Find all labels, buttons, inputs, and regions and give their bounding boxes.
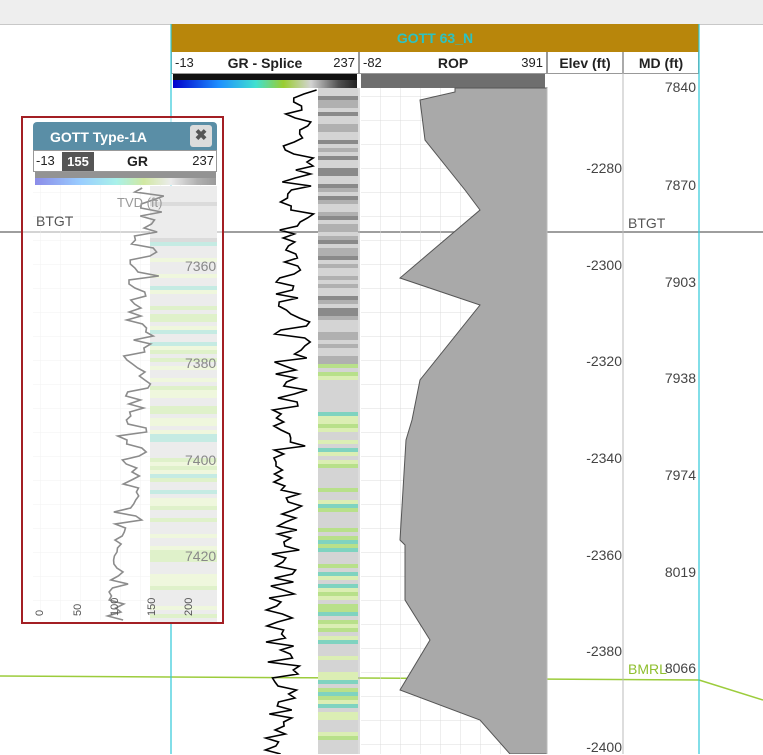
panel-tick: 50 — [72, 603, 84, 616]
gr-color-scale — [173, 80, 357, 88]
elev-label: -2360 — [586, 547, 622, 563]
tvd-label: 7400 — [185, 452, 217, 468]
bmrl-marker-label[interactable]: BMRL — [628, 661, 667, 677]
tvd-axis-label: TVD (ft) — [117, 195, 163, 210]
elev-label: -2280 — [586, 160, 622, 176]
type-panel-scale-header[interactable]: -13 GR 237 — [33, 150, 217, 172]
tvd-label: 7420 — [185, 548, 217, 564]
elev-label: -2320 — [586, 353, 622, 369]
cursor-value-badge: 155 — [62, 152, 94, 171]
type-panel-scale-max: 237 — [192, 153, 214, 168]
panel-tick: 0 — [34, 609, 46, 616]
type-panel-title: GOTT Type-1A — [50, 129, 147, 145]
panel-tick: 100 — [109, 597, 121, 616]
md-label: 7840 — [664, 79, 696, 95]
md-label: 7938 — [664, 370, 696, 386]
type-panel-curve-name: GR — [127, 153, 148, 169]
close-icon[interactable]: ✖ — [190, 125, 212, 147]
elev-label: -2400 — [586, 739, 622, 755]
panel-tick: 150 — [146, 597, 158, 616]
btgt-marker-label[interactable]: BTGT — [628, 215, 665, 231]
type-panel-btgt-label[interactable]: BTGT — [36, 213, 73, 229]
md-label: 8019 — [664, 564, 696, 580]
md-label: 7974 — [664, 467, 696, 483]
rop-color-scale — [361, 74, 545, 88]
elev-label: -2340 — [586, 450, 622, 466]
md-label: 7903 — [664, 274, 696, 290]
type-panel-scale-min: -13 — [36, 153, 55, 168]
panel-tick: 200 — [183, 597, 195, 616]
md-label: 7870 — [664, 177, 696, 193]
tvd-label: 7380 — [185, 355, 217, 371]
elev-label: -2300 — [586, 257, 622, 273]
gr-track-bands — [318, 88, 358, 754]
gr-curve — [262, 89, 317, 754]
tvd-label: 7360 — [185, 258, 217, 274]
elev-label: -2380 — [586, 643, 622, 659]
